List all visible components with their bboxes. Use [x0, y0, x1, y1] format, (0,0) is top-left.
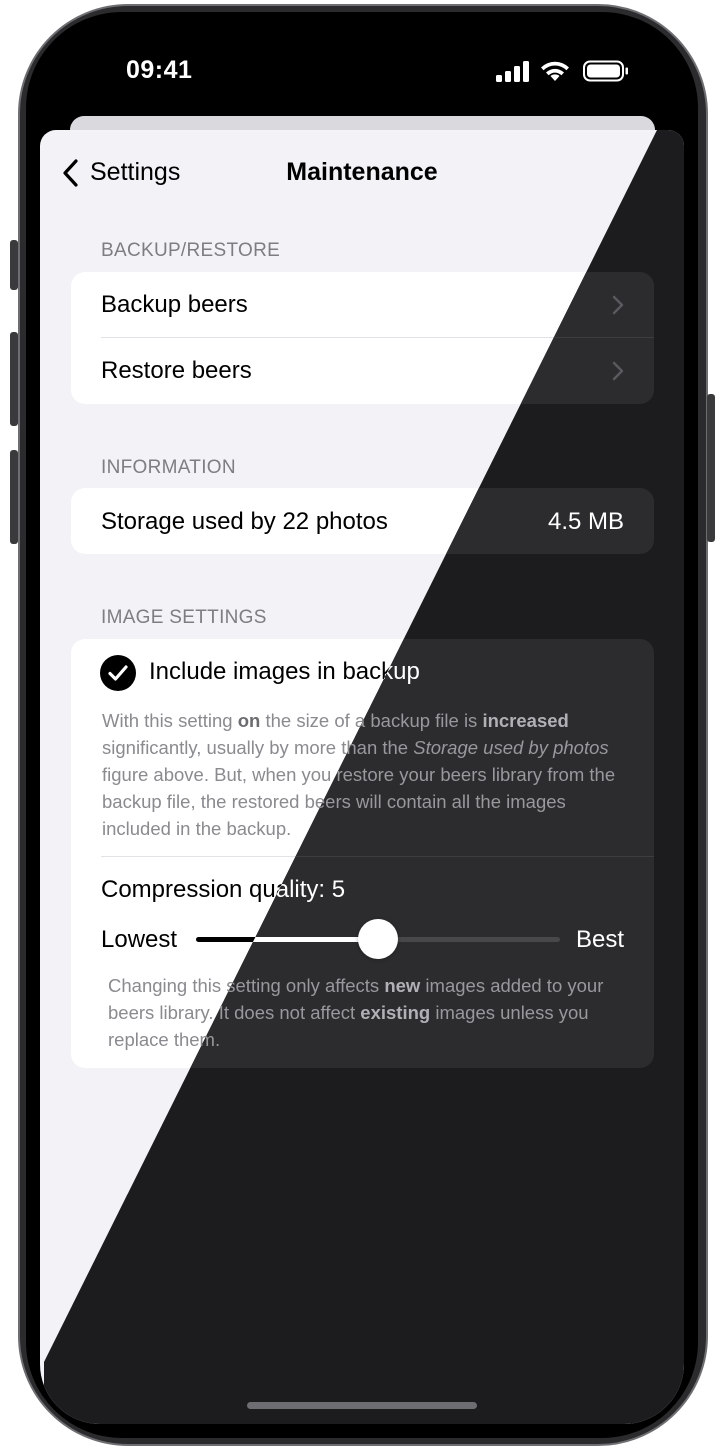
section-header-backup: BACKUP/RESTORE	[101, 240, 281, 261]
page-title: Maintenance	[286, 158, 438, 186]
home-indicator[interactable]	[247, 1402, 477, 1409]
status-time: 09:41	[126, 56, 193, 84]
backup-beers-row[interactable]: Backup beers	[101, 291, 248, 319]
storage-value: 4.5 MB	[547, 508, 624, 535]
chevron-right-icon	[612, 361, 624, 381]
slider-thumb[interactable]	[358, 919, 398, 959]
volume-up-button	[10, 332, 18, 426]
status-icons	[496, 60, 628, 82]
chevron-right-icon	[612, 295, 624, 315]
restore-beers-row[interactable]: Restore beers	[101, 357, 252, 385]
include-images-checkbox[interactable]	[100, 655, 136, 691]
battery-icon	[583, 60, 628, 82]
storage-label: Storage used by 22 photos	[101, 508, 388, 535]
maintenance-sheet: Settings Maintenance BACKUP/RESTORE Back…	[40, 130, 684, 1424]
signal-icon	[496, 61, 529, 82]
checkmark-icon	[108, 665, 128, 681]
section-header-information: INFORMATION	[101, 457, 236, 478]
include-images-label[interactable]: Include images in backup	[149, 658, 420, 686]
wifi-icon	[541, 61, 569, 81]
volume-down-button	[10, 450, 18, 544]
slider-min-label: Lowest	[101, 926, 178, 953]
power-button	[707, 394, 715, 542]
slider-max-label: Best	[575, 926, 624, 953]
section-header-image-settings: IMAGE SETTINGS	[101, 607, 267, 628]
mute-switch	[10, 240, 18, 290]
